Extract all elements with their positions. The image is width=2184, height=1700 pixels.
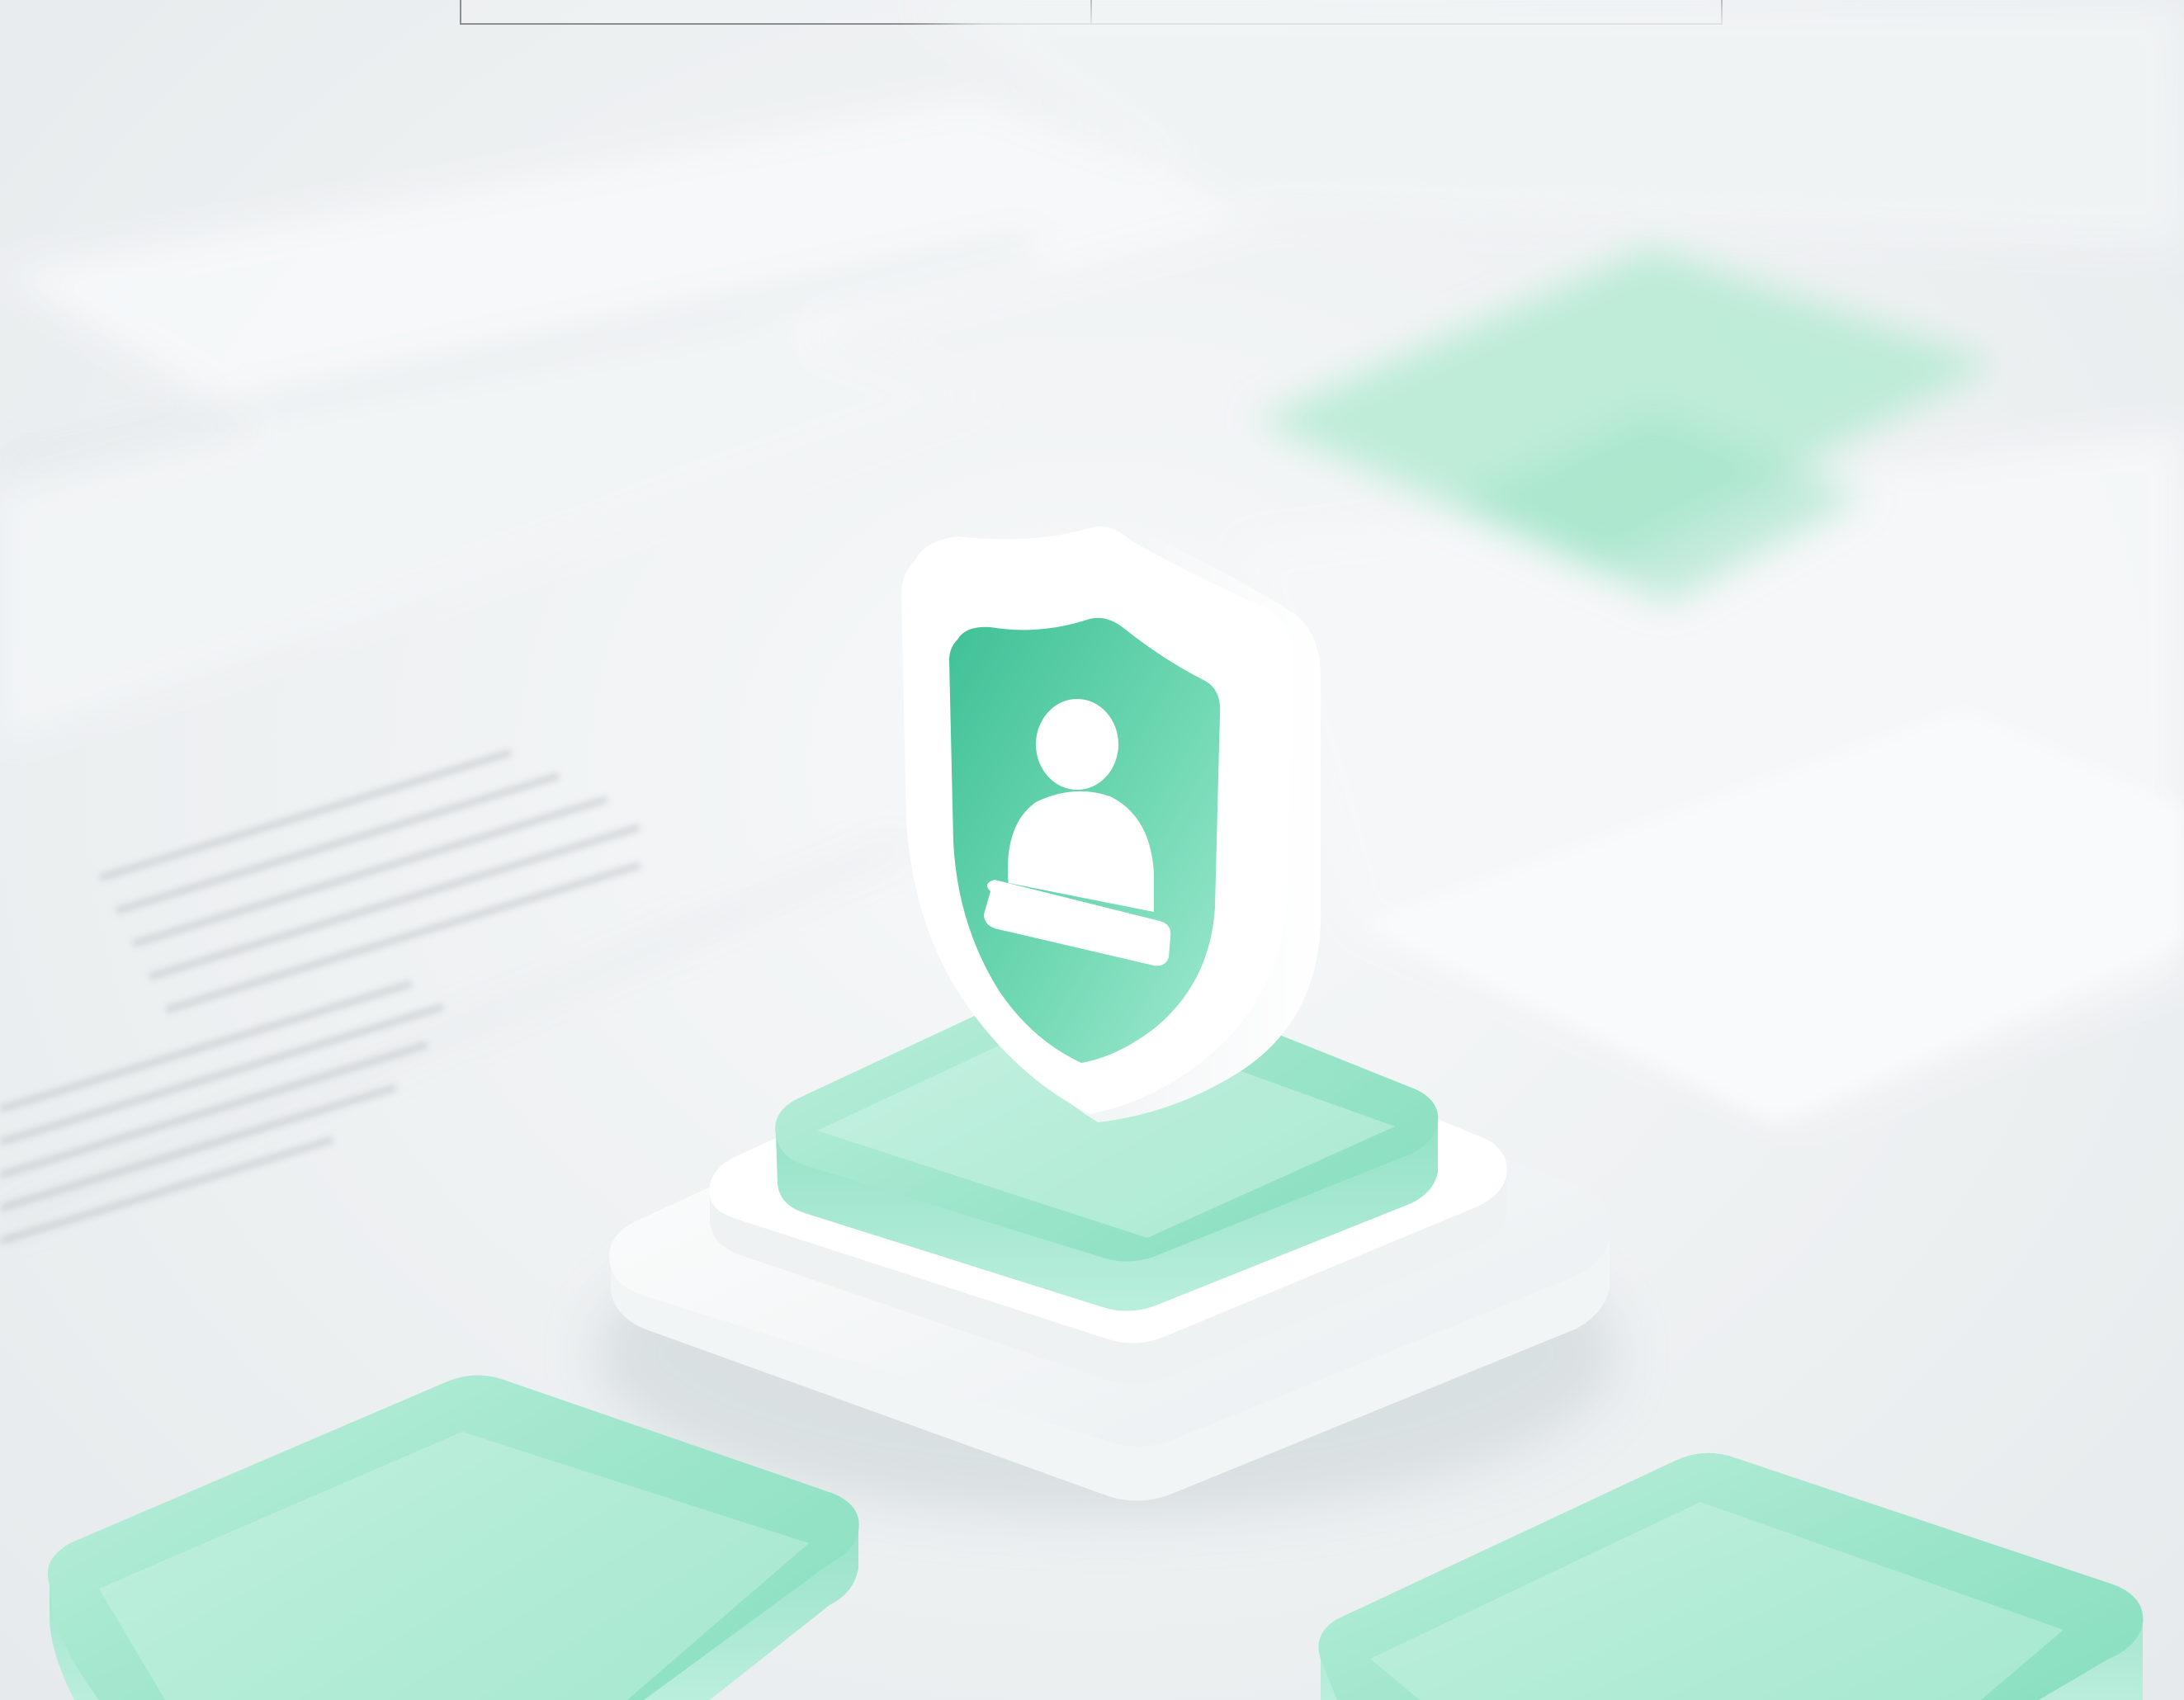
scene-canvas (0, 0, 2184, 1700)
user-head (1036, 699, 1118, 790)
scene-illustration (0, 0, 2184, 1700)
